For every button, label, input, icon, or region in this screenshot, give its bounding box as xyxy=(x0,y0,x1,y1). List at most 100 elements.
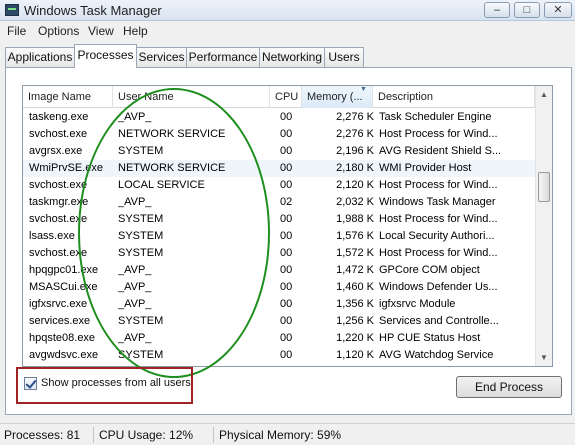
table-row[interactable]: avgwdsvc.exe SYSTEM 00 1,120 K AVG Watchdog … xyxy=(23,347,535,364)
cell-cpu: 00 xyxy=(280,281,293,293)
process-list[interactable]: Image Name User Name CPU Memory (... Des… xyxy=(22,85,553,367)
cell-memory: 2,032 K xyxy=(336,196,374,208)
table-row[interactable]: avgrsx.exe SYSTEM 00 2,196 K AVG Resident Sh… xyxy=(23,143,535,160)
cell-description: Host Process for Wind... xyxy=(379,247,498,259)
cell-memory: 1,576 K xyxy=(336,230,374,242)
table-row[interactable]: svchost.exe LOCAL SERVICE 00 2,120 K Host Pr… xyxy=(23,177,535,194)
table-row[interactable]: WmiPrvSE.exe NETWORK SERVICE 00 2,180 K WMI … xyxy=(23,160,535,177)
cell-image-name: taskmgr.exe xyxy=(29,196,89,208)
cell-cpu: 00 xyxy=(280,162,293,174)
vertical-scrollbar[interactable]: ▲ ▼ xyxy=(535,86,552,366)
process-rows: taskeng.exe _AVP_ 00 2,276 K Task Scheduler … xyxy=(23,109,535,364)
table-row[interactable]: hpqgpc01.exe _AVP_ 00 1,472 K GPCore COM obj… xyxy=(23,262,535,279)
table-row[interactable]: svchost.exe NETWORK SERVICE 00 2,276 K Host … xyxy=(23,126,535,143)
cell-description: AVG Watchdog Service xyxy=(379,349,494,361)
cell-image-name: avgrsx.exe xyxy=(29,145,83,157)
cell-user-name: _AVP_ xyxy=(118,196,152,208)
tab-processes[interactable]: Processes xyxy=(74,44,137,68)
cell-user-name: _AVP_ xyxy=(118,111,152,123)
status-cpu-usage: CPU Usage: 12% xyxy=(99,428,194,442)
cell-image-name: svchost.exe xyxy=(29,128,88,140)
cell-description: Task Scheduler Engine xyxy=(379,111,492,123)
title-bar: Windows Task Manager – □ ✕ xyxy=(0,0,575,21)
table-row[interactable]: svchost.exe SYSTEM 00 1,572 K Host Process f… xyxy=(23,245,535,262)
cell-image-name: hpqste08.exe xyxy=(29,332,96,344)
table-row[interactable]: svchost.exe SYSTEM 00 1,988 K Host Process f… xyxy=(23,211,535,228)
cell-image-name: svchost.exe xyxy=(29,213,88,225)
show-all-users-label[interactable]: Show processes from all users xyxy=(41,377,191,389)
scrollbar-thumb[interactable] xyxy=(538,172,550,202)
tab-performance[interactable]: Performance xyxy=(186,47,260,67)
table-row[interactable]: igfxsrvc.exe _AVP_ 00 1,356 K igfxsrvc Modul… xyxy=(23,296,535,313)
tab-networking[interactable]: Networking xyxy=(259,47,325,67)
end-process-button[interactable]: End Process xyxy=(456,376,562,398)
cell-user-name: SYSTEM xyxy=(118,315,164,327)
tab-applications[interactable]: Applications xyxy=(5,47,75,67)
cell-image-name: igfxsrvc.exe xyxy=(29,298,88,310)
cell-user-name: SYSTEM xyxy=(118,145,164,157)
cell-user-name: LOCAL SERVICE xyxy=(118,179,205,191)
table-row[interactable]: taskmgr.exe _AVP_ 02 2,032 K Windows Task Ma… xyxy=(23,194,535,211)
menu-help[interactable]: Help xyxy=(123,24,148,38)
cell-image-name: svchost.exe xyxy=(29,179,88,191)
cell-user-name: _AVP_ xyxy=(118,332,152,344)
table-row[interactable]: MSASCui.exe _AVP_ 00 1,460 K Windows Defende… xyxy=(23,279,535,296)
cell-description: Host Process for Wind... xyxy=(379,213,498,225)
cell-description: Windows Task Manager xyxy=(379,196,496,208)
cell-memory: 1,988 K xyxy=(336,213,374,225)
cell-image-name: taskeng.exe xyxy=(29,111,89,123)
cell-user-name: SYSTEM xyxy=(118,230,164,242)
cell-cpu: 00 xyxy=(280,213,293,225)
table-row[interactable]: taskeng.exe _AVP_ 00 2,276 K Task Scheduler … xyxy=(23,109,535,126)
tab-strip: Applications Processes Services Performa… xyxy=(0,41,575,68)
show-all-users-option[interactable]: Show processes from all users xyxy=(24,376,191,390)
cell-user-name: NETWORK SERVICE xyxy=(118,128,226,140)
scroll-down-arrow-icon[interactable]: ▼ xyxy=(536,349,552,366)
table-row[interactable]: hpqste08.exe _AVP_ 00 1,220 K HP CUE Status … xyxy=(23,330,535,347)
cell-image-name: avgwdsvc.exe xyxy=(29,349,99,361)
cell-memory: 1,460 K xyxy=(336,281,374,293)
tab-services[interactable]: Services xyxy=(136,47,187,67)
column-header-image-name[interactable]: Image Name xyxy=(23,86,113,108)
sort-descending-icon: ▼ xyxy=(360,86,367,93)
column-header-description[interactable]: Description xyxy=(373,86,535,108)
cell-cpu: 00 xyxy=(280,145,293,157)
cell-memory: 1,356 K xyxy=(336,298,374,310)
scroll-up-arrow-icon[interactable]: ▲ xyxy=(536,86,552,103)
status-bar: Processes: 81 CPU Usage: 12% Physical Me… xyxy=(0,423,575,445)
menu-bar: File Options View Help xyxy=(0,21,575,41)
cell-cpu: 00 xyxy=(280,298,293,310)
show-all-users-checkbox[interactable] xyxy=(24,376,37,390)
cell-image-name: services.exe xyxy=(29,315,91,327)
column-header-cpu[interactable]: CPU xyxy=(270,86,302,108)
menu-view[interactable]: View xyxy=(88,24,114,38)
cell-description: HP CUE Status Host xyxy=(379,332,481,344)
cell-description: Host Process for Wind... xyxy=(379,179,498,191)
minimize-button[interactable]: – xyxy=(484,2,510,18)
cell-user-name: _AVP_ xyxy=(118,264,152,276)
column-header-user-name[interactable]: User Name xyxy=(113,86,270,108)
cell-cpu: 00 xyxy=(280,247,293,259)
cell-memory: 2,276 K xyxy=(336,111,374,123)
table-row[interactable]: services.exe SYSTEM 00 1,256 K Services and … xyxy=(23,313,535,330)
cell-user-name: _AVP_ xyxy=(118,281,152,293)
cell-cpu: 02 xyxy=(280,196,293,208)
menu-options[interactable]: Options xyxy=(38,24,79,38)
cell-description: WMI Provider Host xyxy=(379,162,472,174)
cell-user-name: _AVP_ xyxy=(118,298,152,310)
tab-users[interactable]: Users xyxy=(324,47,364,67)
cell-memory: 1,472 K xyxy=(336,264,374,276)
table-row[interactable]: lsass.exe SYSTEM 00 1,576 K Local Security A… xyxy=(23,228,535,245)
menu-file[interactable]: File xyxy=(7,24,26,38)
cell-cpu: 00 xyxy=(280,332,293,344)
maximize-button[interactable]: □ xyxy=(514,2,540,18)
cell-image-name: svchost.exe xyxy=(29,247,88,259)
task-manager-app-icon xyxy=(5,4,19,16)
cell-description: Host Process for Wind... xyxy=(379,128,498,140)
status-physical-memory: Physical Memory: 59% xyxy=(219,428,342,442)
cell-image-name: lsass.exe xyxy=(29,230,75,242)
cell-memory: 1,220 K xyxy=(336,332,374,344)
table-header: Image Name User Name CPU Memory (... Des… xyxy=(23,86,535,108)
status-processes: Processes: 81 xyxy=(4,428,81,442)
close-button[interactable]: ✕ xyxy=(544,2,572,18)
